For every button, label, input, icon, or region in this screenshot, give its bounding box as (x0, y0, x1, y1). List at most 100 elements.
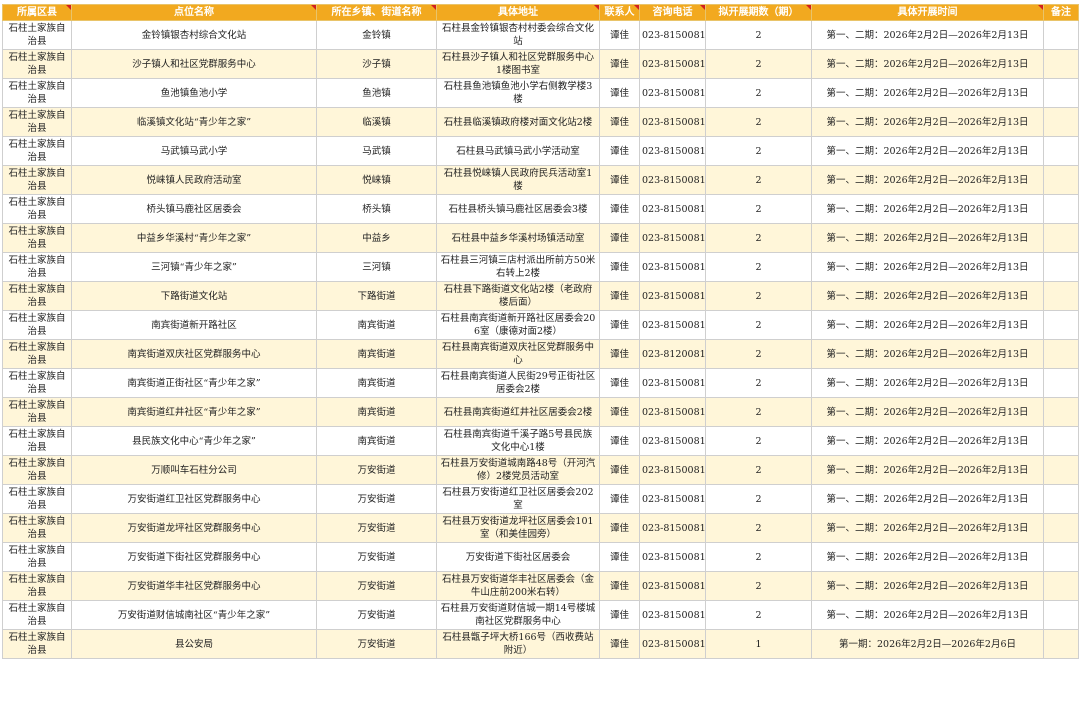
cell-time: 第一、二期：2026年2月2日—2026年2月13日 (811, 49, 1044, 79)
cell-site: 县公安局 (71, 629, 317, 659)
cell-site: 县民族文化中心“青少年之家” (71, 426, 317, 456)
cell-contact: 谭佳 (599, 339, 640, 369)
cell-periods: 2 (705, 20, 812, 50)
cell-contact: 谭佳 (599, 194, 640, 224)
cell-periods: 2 (705, 484, 812, 514)
cell-time: 第一、二期：2026年2月2日—2026年2月13日 (811, 165, 1044, 195)
cell-address: 石柱县鱼池镇鱼池小学右侧教学楼3楼 (436, 78, 600, 108)
cell-town: 金铃镇 (316, 20, 437, 50)
cell-address: 石柱县沙子镇人和社区党群服务中心1楼图书室 (436, 49, 600, 79)
cell-phone: 023-81500812 (639, 542, 706, 572)
cell-site: 南宾街道新开路社区 (71, 310, 317, 340)
header-town: 所在乡镇、街道名称 (316, 4, 437, 21)
cell-town: 三河镇 (316, 252, 437, 282)
cell-contact: 谭佳 (599, 484, 640, 514)
cell-town: 临溪镇 (316, 107, 437, 137)
cell-district: 石柱土家族自治县 (2, 339, 72, 369)
cell-periods: 2 (705, 542, 812, 572)
table-row: 石柱土家族自治县 悦崃镇人民政府活动室 悦崃镇 石柱县悦崃镇人民政府民兵活动室1楼 谭佳… (2, 165, 1079, 195)
cell-contact: 谭佳 (599, 571, 640, 601)
table-row: 石柱土家族自治县 万顺叫车石柱分公司 万安街道 石柱县万安街道城南路48号（开河汽修）… (2, 455, 1079, 485)
cell-note (1043, 571, 1079, 601)
cell-town: 南宾街道 (316, 368, 437, 398)
table-row: 石柱土家族自治县 县公安局 万安街道 石柱县甑子坪大桥166号（西收费站附近） 谭佳 02… (2, 629, 1079, 659)
cell-time: 第一、二期：2026年2月2日—2026年2月13日 (811, 397, 1044, 427)
cell-contact: 谭佳 (599, 542, 640, 572)
cell-town: 马武镇 (316, 136, 437, 166)
cell-address: 石柱县临溪镇政府楼对面文化站2楼 (436, 107, 600, 137)
cell-phone: 023-81500812 (639, 78, 706, 108)
cell-address: 石柱县中益乡华溪村场镇活动室 (436, 223, 600, 253)
cell-note (1043, 542, 1079, 572)
cell-site: 三河镇“青少年之家” (71, 252, 317, 282)
table-row: 石柱土家族自治县 南宾街道双庆社区党群服务中心 南宾街道 石柱县南宾街道双庆社区党群服… (2, 339, 1079, 369)
table-header: 所属区县 点位名称 所在乡镇、街道名称 具体地址 联系人 咨询电话 拟开展期数（… (2, 4, 1079, 21)
cell-district: 石柱土家族自治县 (2, 194, 72, 224)
cell-note (1043, 252, 1079, 282)
cell-site: 万安街道龙坪社区党群服务中心 (71, 513, 317, 543)
cell-note (1043, 310, 1079, 340)
cell-phone: 023-81500812 (639, 513, 706, 543)
header-time: 具体开展时间 (811, 4, 1044, 21)
cell-address: 石柱县万安街道华丰社区居委会（金牛山庄前200米右转） (436, 571, 600, 601)
cell-district: 石柱土家族自治县 (2, 281, 72, 311)
cell-note (1043, 600, 1079, 630)
cell-phone: 023-81500812 (639, 571, 706, 601)
cell-town: 万安街道 (316, 629, 437, 659)
cell-periods: 2 (705, 78, 812, 108)
cell-address: 石柱县三河镇三店村派出所前方50米右转上2楼 (436, 252, 600, 282)
cell-time: 第一、二期：2026年2月2日—2026年2月13日 (811, 542, 1044, 572)
cell-contact: 谭佳 (599, 107, 640, 137)
cell-phone: 023-81500812 (639, 107, 706, 137)
cell-note (1043, 136, 1079, 166)
cell-district: 石柱土家族自治县 (2, 107, 72, 137)
cell-district: 石柱土家族自治县 (2, 397, 72, 427)
cell-contact: 谭佳 (599, 49, 640, 79)
cell-district: 石柱土家族自治县 (2, 165, 72, 195)
cell-time: 第一、二期：2026年2月2日—2026年2月13日 (811, 310, 1044, 340)
table-row: 石柱土家族自治县 沙子镇人和社区党群服务中心 沙子镇 石柱县沙子镇人和社区党群服务中心… (2, 49, 1079, 79)
cell-town: 南宾街道 (316, 426, 437, 456)
cell-district: 石柱土家族自治县 (2, 426, 72, 456)
cell-phone: 023-81500812 (639, 368, 706, 398)
cell-time: 第一、二期：2026年2月2日—2026年2月13日 (811, 20, 1044, 50)
cell-note (1043, 513, 1079, 543)
cell-periods: 2 (705, 571, 812, 601)
table-row: 石柱土家族自治县 万安街道红卫社区党群服务中心 万安街道 石柱县万安街道红卫社区居委会… (2, 484, 1079, 514)
cell-district: 石柱土家族自治县 (2, 484, 72, 514)
cell-address: 石柱县南宾街道千溪子路5号县民族文化中心1楼 (436, 426, 600, 456)
cell-address: 石柱县金铃镇银杏村村委会综合文化站 (436, 20, 600, 50)
cell-periods: 2 (705, 368, 812, 398)
cell-note (1043, 281, 1079, 311)
cell-contact: 谭佳 (599, 455, 640, 485)
cell-address: 石柱县下路街道文化站2楼（老政府楼后面） (436, 281, 600, 311)
table-row: 石柱土家族自治县 南宾街道新开路社区 南宾街道 石柱县南宾街道新开路社区居委会206室… (2, 310, 1079, 340)
cell-district: 石柱土家族自治县 (2, 310, 72, 340)
cell-time: 第一、二期：2026年2月2日—2026年2月13日 (811, 281, 1044, 311)
schedule-table: 所属区县 点位名称 所在乡镇、街道名称 具体地址 联系人 咨询电话 拟开展期数（… (2, 4, 1079, 659)
cell-note (1043, 426, 1079, 456)
cell-note (1043, 397, 1079, 427)
cell-town: 鱼池镇 (316, 78, 437, 108)
cell-periods: 2 (705, 513, 812, 543)
cell-time: 第一、二期：2026年2月2日—2026年2月13日 (811, 107, 1044, 137)
cell-phone: 023-81500812 (639, 252, 706, 282)
cell-note (1043, 368, 1079, 398)
header-contact: 联系人 (599, 4, 640, 21)
table-row: 石柱土家族自治县 万安街道下街社区党群服务中心 万安街道 万安街道下街社区居委会 谭佳 0… (2, 542, 1079, 572)
cell-periods: 2 (705, 455, 812, 485)
cell-contact: 谭佳 (599, 20, 640, 50)
cell-site: 悦崃镇人民政府活动室 (71, 165, 317, 195)
cell-periods: 2 (705, 281, 812, 311)
table-row: 石柱土家族自治县 下路街道文化站 下路街道 石柱县下路街道文化站2楼（老政府楼后面）谭… (2, 281, 1079, 311)
cell-address: 石柱县南宾街道人民街29号正街社区居委会2楼 (436, 368, 600, 398)
table-body: 石柱土家族自治县 金铃镇银杏村综合文化站 金铃镇 石柱县金铃镇银杏村村委会综合文化站谭… (2, 20, 1079, 659)
table-row: 石柱土家族自治县 南宾街道正街社区“青少年之家” 南宾街道 石柱县南宾街道人民街29号… (2, 368, 1079, 398)
header-address: 具体地址 (436, 4, 600, 21)
header-periods: 拟开展期数（期） (705, 4, 812, 21)
cell-address: 石柱县马武镇马武小学活动室 (436, 136, 600, 166)
cell-district: 石柱土家族自治县 (2, 78, 72, 108)
cell-contact: 谭佳 (599, 136, 640, 166)
cell-contact: 谭佳 (599, 397, 640, 427)
cell-district: 石柱土家族自治县 (2, 20, 72, 50)
